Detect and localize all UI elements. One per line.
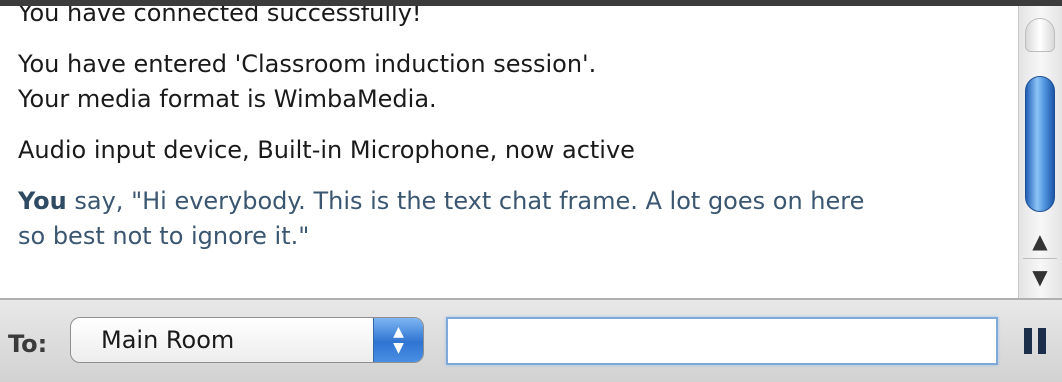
message-text: Audio input device, Built-in Microphone,… <box>18 136 635 164</box>
scroll-down-button[interactable]: ▼ <box>1023 262 1057 292</box>
system-message-entered: You have entered 'Classroom induction se… <box>18 47 1008 117</box>
scrollbar-thumb[interactable] <box>1025 76 1055 212</box>
scrollbar-track-cap <box>1025 18 1055 52</box>
message-text: Your media format is WimbaMedia. <box>18 85 437 113</box>
chat-message-input[interactable] <box>446 317 998 365</box>
chat-composer-bar: To: Main Room ▲ ▼ <box>0 298 1062 382</box>
system-message-audio: Audio input device, Built-in Microphone,… <box>18 133 1008 168</box>
select-arrows-glyph: ▲ ▼ <box>393 324 404 356</box>
message-text-continued: so best not to ignore it." <box>18 222 310 250</box>
message-text: say, "Hi everybody. This is the text cha… <box>74 187 865 215</box>
chat-transcript[interactable]: You have connected successfully! You hav… <box>10 6 1018 298</box>
pause-icon <box>1024 328 1032 354</box>
recipient-select[interactable]: Main Room ▲ ▼ <box>70 317 424 363</box>
pause-icon-bar <box>1038 328 1046 354</box>
recipient-selected-value: Main Room <box>101 326 235 354</box>
message-text: You have entered 'Classroom induction se… <box>18 50 597 78</box>
pause-button[interactable] <box>1018 320 1054 362</box>
select-updown-icon: ▲ ▼ <box>373 318 423 362</box>
message-list: You have connected successfully! You hav… <box>18 6 1008 254</box>
scroll-up-button[interactable]: ▲ <box>1023 226 1057 256</box>
user-chat-message: You say, "Hi everybody. This is the text… <box>18 184 1008 254</box>
system-message-connected: You have connected successfully! <box>18 6 1008 31</box>
chat-window: You have connected successfully! You hav… <box>0 0 1062 382</box>
to-label: To: <box>8 330 48 358</box>
chat-scrollbar[interactable]: ▲ ▼ <box>1018 6 1062 298</box>
speaker-name: You <box>18 187 67 215</box>
message-text: You have connected successfully! <box>18 6 422 27</box>
scroll-button-divider <box>1023 258 1057 259</box>
